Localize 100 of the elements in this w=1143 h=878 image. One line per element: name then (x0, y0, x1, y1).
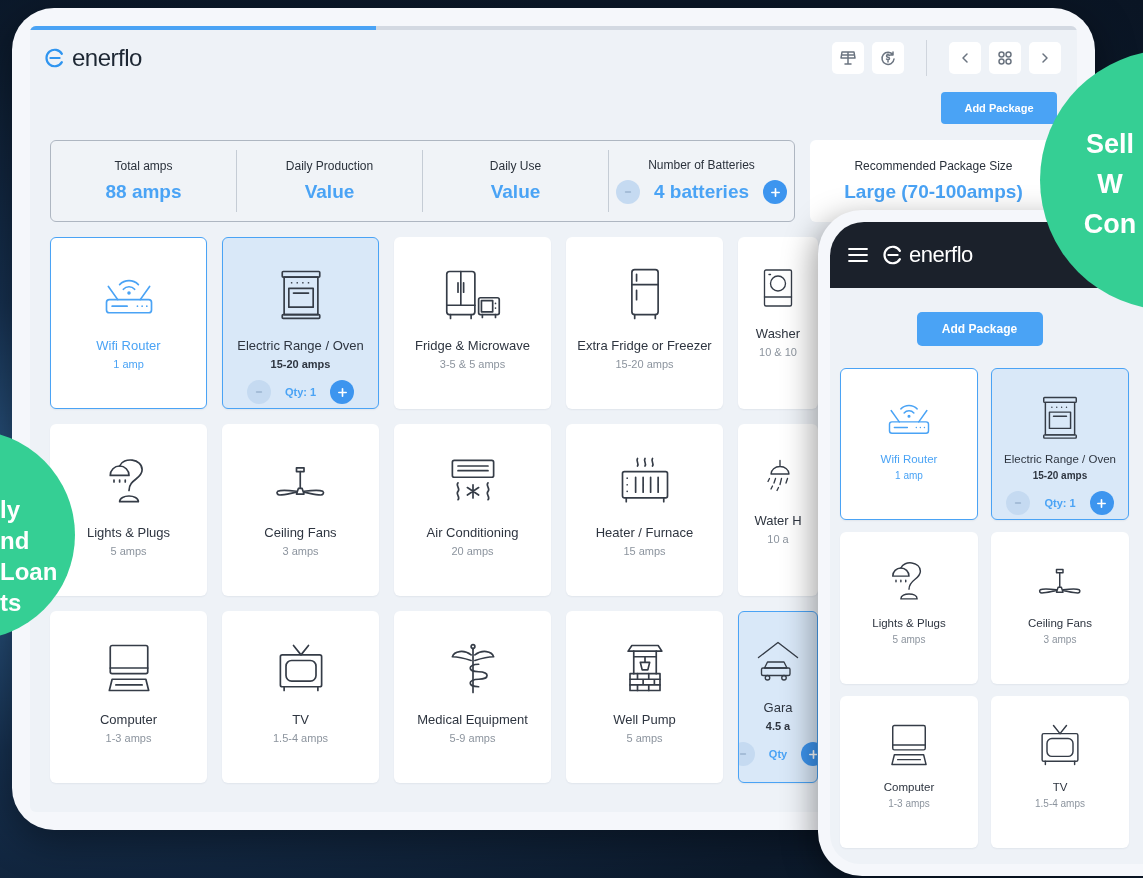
amperage-text: 10 a (767, 533, 789, 545)
currency-cycle-button[interactable] (872, 42, 904, 74)
appliance-card[interactable]: Ceiling Fans 3 amps (222, 424, 379, 596)
appliance-name: TV (1052, 781, 1068, 793)
appliance-name: Heater / Furnace (595, 525, 694, 540)
plus-icon (1096, 497, 1108, 509)
appliance-card[interactable]: Extra Fridge or Freezer 15-20 amps (566, 237, 723, 409)
amperage-text: 3 amps (282, 545, 319, 557)
callout-text: Con (1082, 208, 1138, 241)
callout-text: Sell (1085, 128, 1135, 161)
menu-button[interactable] (848, 247, 868, 263)
appliance-card[interactable]: Washer 10 & 10 (738, 237, 818, 409)
appliance-card[interactable]: Well Pump 5 amps (566, 611, 723, 783)
amperage-text: 5 amps (892, 634, 926, 645)
plus-icon (769, 186, 781, 198)
solar-panel-button[interactable] (832, 42, 864, 74)
stat-label: Daily Production (285, 159, 374, 173)
previous-button[interactable] (949, 42, 981, 74)
stat-label: Daily Use (489, 159, 542, 173)
stat-value: 88 amps (105, 181, 182, 203)
increase-button[interactable] (330, 380, 355, 404)
next-button[interactable] (1029, 42, 1061, 74)
amperage-text: 3-5 & 5 amps (439, 358, 506, 370)
appliance-card[interactable]: TV 1.5-4 amps (222, 611, 379, 783)
appliance-name: Ceiling Fans (1028, 617, 1092, 629)
quantity-label: Qty (768, 748, 788, 760)
amperage-text: 20 amps (451, 545, 494, 557)
stat-value: Value (304, 181, 355, 203)
appliance-card[interactable]: Electric Range / Oven 15-20 amps Qty: 1 (222, 237, 379, 409)
amperage-text: 15-20 amps (270, 358, 331, 370)
amperage-text: 15-20 amps (1032, 470, 1088, 481)
amperage-text: 1 amp (113, 358, 144, 370)
stat-label: Total amps (114, 159, 173, 173)
increase-button[interactable] (1089, 491, 1114, 515)
appliance-name: Fridge & Microwave (415, 338, 530, 353)
grid-icon (997, 50, 1013, 66)
quantity-label: Qty: 1 (1044, 497, 1076, 509)
stat-label: Number of Batteries (648, 158, 755, 172)
appliance-name: Medical Equipment (417, 712, 528, 727)
grid-view-button[interactable] (989, 42, 1021, 74)
amperage-text: 1-3 amps (888, 798, 930, 809)
appliance-card[interactable]: Lights & Plugs 5 amps (840, 532, 978, 684)
stat-value: Value (490, 181, 541, 203)
currency-cycle-icon (880, 50, 896, 66)
appliance-name: TV (292, 712, 309, 727)
amperage-text: 15-20 amps (615, 358, 674, 370)
appliance-name: Electric Range / Oven (1004, 453, 1116, 465)
recommendation-value: Large (70-100amps) (844, 181, 1023, 203)
increase-button[interactable] (763, 180, 787, 204)
logo-icon (44, 47, 66, 69)
quantity-label: Qty: 1 (284, 386, 317, 398)
appliance-name: Electric Range / Oven (237, 338, 364, 353)
appliance-card[interactable]: Water H 10 a (738, 424, 818, 596)
appliance-name: Water H (754, 513, 802, 528)
appliance-name: Lights & Plugs (86, 525, 171, 540)
appliance-card[interactable]: TV 1.5-4 amps (991, 696, 1129, 848)
appliance-name: Washer (755, 326, 801, 341)
recommendation-label: Recommended Package Size (854, 159, 1013, 173)
appliance-name: Well Pump (613, 712, 676, 727)
appliance-name: Ceiling Fans (264, 525, 337, 540)
appliance-name: Computer (99, 712, 158, 727)
stat-value: 4 batteries (653, 181, 749, 203)
appliance-card[interactable]: Gara 4.5 a Qty (738, 611, 818, 783)
ceiling-fan-icon (274, 465, 327, 497)
amperage-text: 1.5-4 amps (273, 732, 328, 744)
amperage-text: 1-3 amps (105, 732, 152, 744)
amperage-text: 15 amps (623, 545, 666, 557)
menu-icon (848, 247, 868, 263)
logo-icon (882, 244, 904, 266)
appliance-card[interactable]: Medical Equipment 5-9 amps (394, 611, 551, 783)
solar-panel-icon (840, 50, 856, 66)
appliance-card[interactable]: Electric Range / Oven 15-20 amps Qty: 1 (991, 368, 1129, 520)
callout-text: W (1096, 168, 1124, 201)
appliance-name: Lights & Plugs (872, 617, 946, 629)
callout-text: ly (0, 495, 21, 525)
amperage-text: 5-9 amps (449, 732, 496, 744)
appliance-card[interactable]: Heater / Furnace 15 amps (566, 424, 723, 596)
appliance-name: Extra Fridge or Freezer (577, 338, 712, 353)
amperage-text: 4.5 a (765, 720, 791, 732)
callout-text: nd (0, 526, 31, 556)
appliance-name: Air Conditioning (426, 525, 519, 540)
amperage-text: 1 amp (895, 470, 923, 481)
amperage-text: 3 amps (1043, 634, 1077, 645)
appliance-name: Computer (883, 781, 935, 793)
appliance-card[interactable]: Ceiling Fans 3 amps (991, 532, 1129, 684)
appliance-card[interactable]: Computer 1-3 amps (840, 696, 978, 848)
plus-icon (336, 386, 348, 398)
amperage-text: 1.5-4 amps (1035, 798, 1085, 809)
appliance-name: Wifi Router (96, 338, 161, 353)
appliance-name: Gara (763, 700, 793, 715)
appliance-card[interactable]: Computer 1-3 amps (50, 611, 207, 783)
amperage-text: 5 amps (626, 732, 663, 744)
appliance-name: Wifi Router (880, 453, 938, 465)
logo-text: enerflo (72, 44, 142, 72)
amperage-text: 10 & 10 (759, 346, 797, 358)
ceiling-fan-icon (1037, 567, 1083, 595)
callout-text: ts (0, 588, 23, 618)
appliance-card[interactable]: Fridge & Microwave 3-5 & 5 amps (394, 237, 551, 409)
appliance-card[interactable]: Air Conditioning 20 amps (394, 424, 551, 596)
shower-icon (765, 458, 791, 492)
